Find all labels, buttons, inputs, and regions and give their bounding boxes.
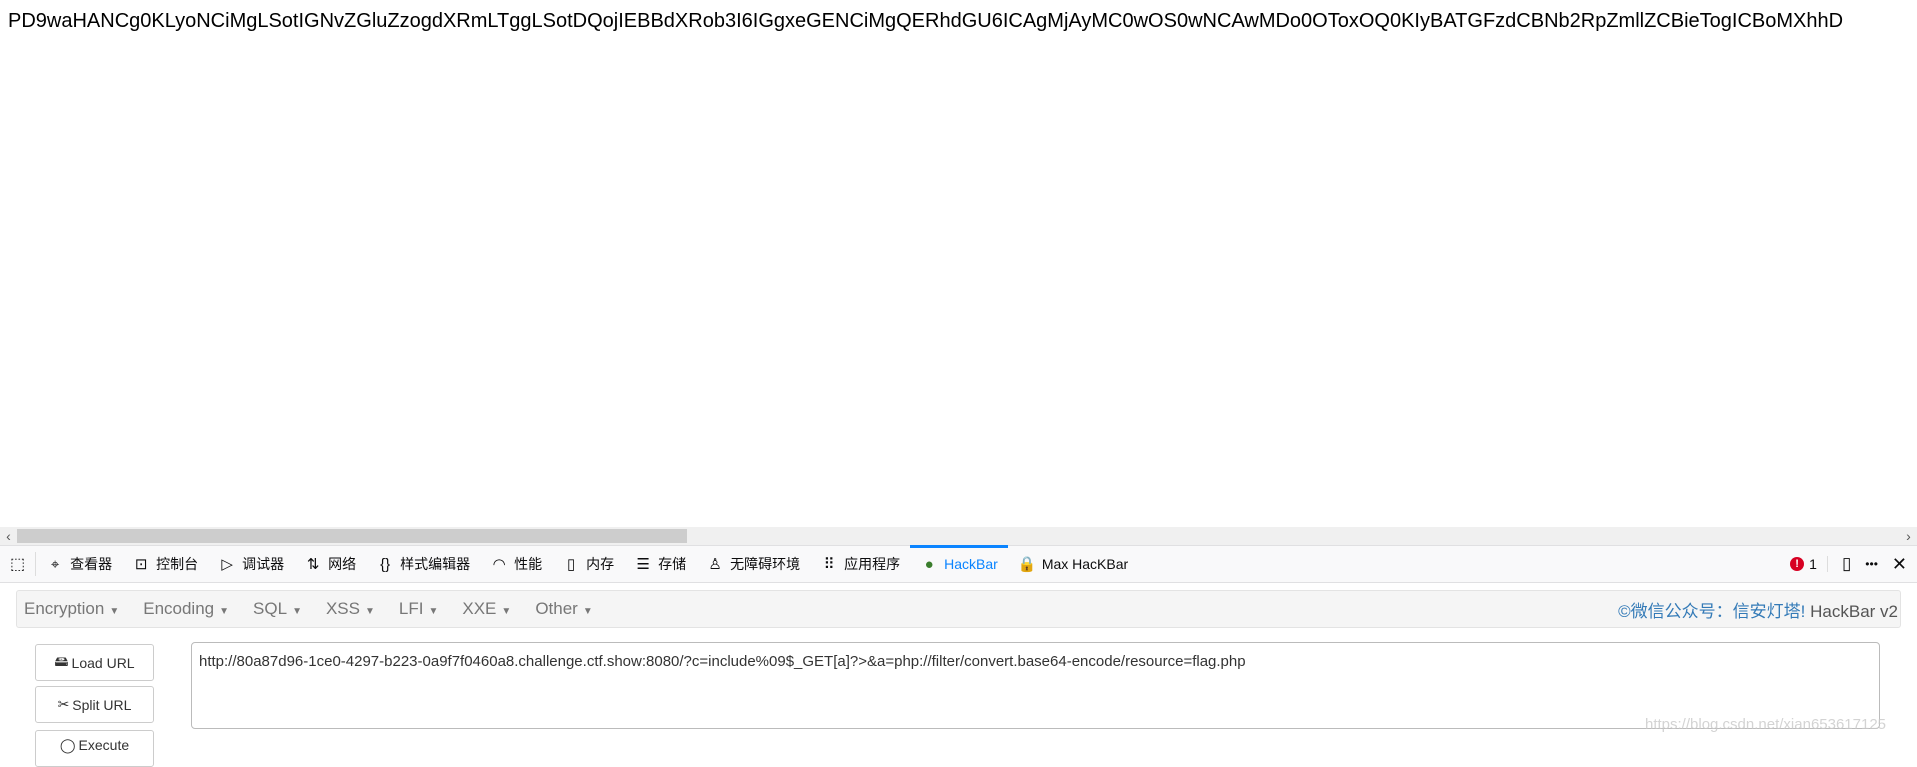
menu-label: Encoding — [143, 599, 215, 618]
tab-label: HackBar — [944, 556, 998, 572]
menu-xxe[interactable]: XXE ▼ — [462, 599, 511, 619]
tab-查看器[interactable]: ⌖ 查看器 — [36, 546, 122, 582]
element-picker-icon[interactable]: ⬚ — [0, 552, 37, 576]
caret-down-icon: ▼ — [501, 606, 512, 617]
style-editor-icon: {} — [380, 555, 391, 573]
application-icon: ⠿ — [823, 556, 835, 573]
caret-down-icon: ▼ — [428, 606, 439, 617]
more-options-icon[interactable]: ••• — [1865, 557, 1878, 571]
load-url-label: Load URL — [71, 654, 135, 671]
menu-other[interactable]: Other ▼ — [535, 599, 592, 619]
tab-label: 性能 — [514, 556, 543, 572]
menu-label: Other — [535, 599, 578, 618]
tab-label: 内存 — [586, 556, 615, 572]
menu-xss[interactable]: XSS ▼ — [326, 599, 375, 619]
tab-label: 控制台 — [156, 556, 199, 572]
caret-down-icon: ▼ — [219, 606, 230, 617]
tab-max-hackbar[interactable]: 🔒 Max HacKBar — [1008, 546, 1138, 582]
tab-hackbar[interactable]: ● HackBar — [910, 545, 1008, 582]
page-content-text: PD9waHANCg0KLyoNCiMgLSotIGNvZGluZzogdXRm… — [8, 10, 1844, 32]
menu-lfi[interactable]: LFI ▼ — [399, 599, 438, 619]
menu-encryption[interactable]: Encryption ▼ — [24, 599, 119, 619]
storage-icon: ☰ — [636, 556, 650, 573]
tab-label: 调试器 — [242, 556, 285, 572]
tab-label: 查看器 — [70, 556, 113, 572]
hackbar-credit: ©微信公众号：信安灯塔! HackBar v2 — [1618, 597, 1898, 622]
tab-label: Max HacKBar — [1041, 556, 1129, 572]
tab-label: 无障碍环境 — [730, 556, 801, 572]
responsive-mode-icon[interactable]: ▯ — [1842, 554, 1851, 574]
tab-无障碍环境[interactable]: ♙ 无障碍环境 — [696, 546, 810, 582]
tab-label: 样式编辑器 — [400, 556, 471, 572]
scissors-icon: ✂ — [57, 696, 70, 712]
tab-控制台[interactable]: ⊡ 控制台 — [122, 546, 208, 582]
menu-label: XXE — [462, 599, 497, 618]
caret-down-icon: ▼ — [365, 606, 375, 617]
close-icon[interactable]: ✕ — [1892, 554, 1907, 575]
split-url-button[interactable]: ✂ Split URL — [35, 686, 154, 723]
performance-icon: ◠ — [492, 556, 506, 573]
scroll-right-icon[interactable]: › — [1900, 527, 1917, 545]
memory-icon: ▯ — [566, 556, 576, 573]
tab-样式编辑器[interactable]: {} 样式编辑器 — [366, 546, 480, 582]
execute-icon: ◯ — [59, 737, 76, 753]
console-icon: ⊡ — [134, 556, 148, 573]
scroll-left-icon[interactable]: ‹ — [0, 527, 17, 545]
tab-存储[interactable]: ☰ 存储 — [624, 546, 696, 582]
tab-label: 存储 — [658, 556, 687, 572]
menu-encoding[interactable]: Encoding ▼ — [143, 599, 229, 619]
menu-label: SQL — [253, 599, 288, 618]
network-icon: ⇅ — [306, 556, 320, 573]
scrollbar-thumb[interactable] — [17, 529, 687, 543]
caret-down-icon: ▼ — [582, 606, 593, 617]
hackbar-icon: ● — [924, 555, 934, 573]
tab-label: 网络 — [328, 556, 357, 572]
load-icon: 🖴 — [54, 652, 69, 669]
tab-应用程序[interactable]: ⠿ 应用程序 — [810, 546, 910, 582]
tab-网络[interactable]: ⇅ 网络 — [294, 546, 366, 582]
watermark: https://blog.csdn.net/xian653617125 — [1645, 716, 1887, 733]
menu-label: XSS — [325, 599, 360, 618]
horizontal-scrollbar[interactable]: ‹ › — [0, 527, 1917, 545]
load-url-button[interactable]: 🖴 Load URL — [35, 644, 154, 681]
accessibility-icon: ♙ — [708, 556, 722, 573]
debugger-icon: ▷ — [221, 556, 233, 573]
caret-down-icon: ▼ — [292, 606, 302, 617]
menu-sql[interactable]: SQL ▼ — [253, 599, 302, 619]
devtools-toolbar: ⬚ ⌖ 查看器 ⊡ 控制台 ▷ 调试器 ⇅ 网络 {} 样式编辑器 ◠ 性能 ▯ 内存 ☰ 存储 ♙ 无障碍环境 ⠿… — [0, 545, 1917, 583]
execute-label: Execute — [78, 737, 130, 753]
split-url-label: Split URL — [72, 696, 132, 713]
hackbar-menu: Encryption ▼ Encoding ▼ SQL ▼ XSS ▼ LFI ▼ XXE ▼ Othe… — [16, 590, 1901, 628]
caret-down-icon: ▼ — [109, 606, 120, 617]
execute-button[interactable]: ◯ Execute — [35, 730, 154, 767]
tab-性能[interactable]: ◠ 性能 — [480, 546, 552, 582]
tab-label: 应用程序 — [844, 556, 901, 572]
menu-label: LFI — [398, 599, 424, 618]
menu-label: Encryption — [24, 599, 105, 618]
lock-icon: 🔒 — [1017, 556, 1037, 573]
url-input[interactable]: http://80a87d96-1ce0-4297-b223-0a9f7f046… — [191, 642, 1880, 729]
inspector-icon: ⌖ — [50, 555, 60, 573]
credit-text: ©微信公众号：信安灯塔! — [1618, 601, 1806, 621]
tab-内存[interactable]: ▯ 内存 — [552, 546, 624, 582]
error-count[interactable]: ! 1 — [1790, 556, 1828, 572]
error-count-label: 1 — [1809, 556, 1817, 572]
version-text: HackBar v2 — [1810, 601, 1898, 621]
error-icon: ! — [1790, 557, 1805, 571]
tab-调试器[interactable]: ▷ 调试器 — [208, 546, 294, 582]
